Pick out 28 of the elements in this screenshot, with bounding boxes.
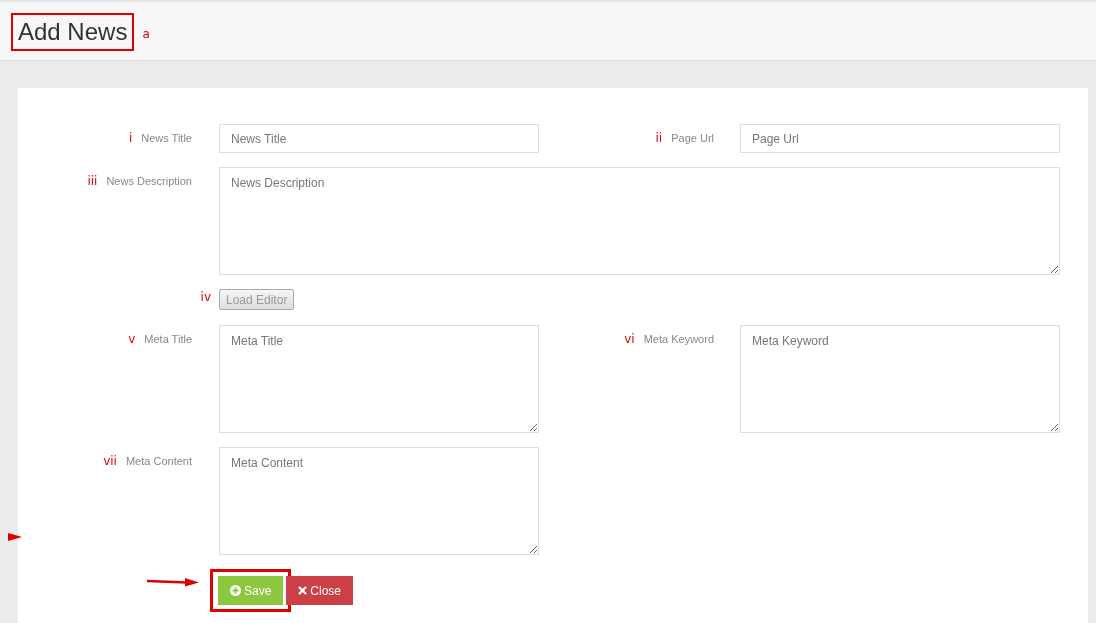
field-label: News Description [106,174,192,189]
plus-circle-icon [230,585,241,596]
text-area[interactable]: Meta Title [219,325,539,433]
load-editor-button[interactable]: Load Editor [219,289,295,310]
annotation-marker: iv [200,289,211,305]
field-label: Page Url [671,131,714,146]
field-label: News Title [141,131,192,146]
text-area[interactable]: Meta Content [219,447,539,555]
text-area[interactable]: Meta Keyword [740,325,1060,433]
field-label: Meta Title [144,332,192,347]
save-button[interactable]: Save [218,576,284,605]
annotation-marker: a [142,27,150,41]
annotation-arrow [147,577,199,587]
annotation-marker: v [128,331,136,348]
close-button[interactable]: Close [286,576,354,605]
text-input[interactable]: Page Url [740,124,1060,153]
text-input[interactable]: News Title [219,124,539,153]
annotation-marker: i [128,130,133,147]
annotation-marker: vi [624,331,635,348]
field-label: Meta Content [125,454,192,469]
annotation-marker: ii [655,130,663,147]
annotation-marker: iii [87,173,98,190]
field-label: Meta Keyword [643,332,714,347]
annotation-marker: vii [103,453,117,470]
page-title: Add News [11,13,135,51]
close-icon [298,586,308,595]
text-area[interactable]: News Description [219,167,1060,275]
pointer-triangle-icon [8,533,22,541]
